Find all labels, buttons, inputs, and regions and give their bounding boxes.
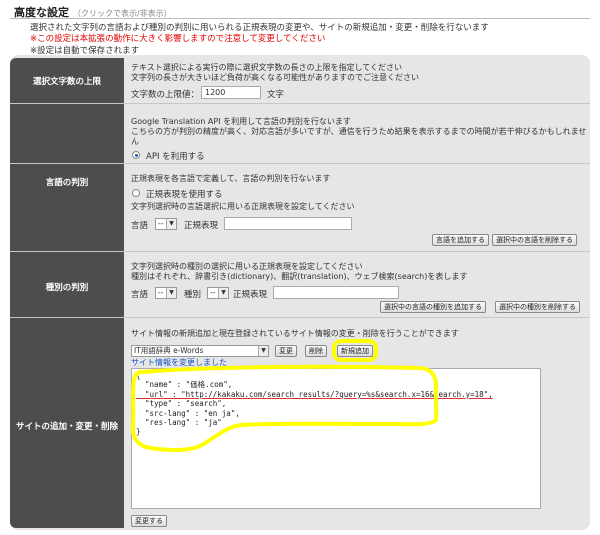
delete-language-button[interactable]: 選択中の言語を削除する: [492, 234, 577, 246]
type-select-value: --: [210, 288, 216, 297]
chevron-down-icon: ▼: [258, 346, 268, 356]
language-select[interactable]: -- ▼: [155, 218, 177, 230]
label-column: [10, 58, 124, 528]
language-regex-input[interactable]: [224, 217, 352, 230]
max-length-unit: 文字: [267, 90, 285, 100]
type-language-label: 言語: [131, 290, 149, 300]
change-site-button[interactable]: 変更: [275, 345, 297, 357]
api-option-label[interactable]: API を利用する: [146, 150, 205, 162]
max-length-field-label: 文字数の上限値：: [131, 90, 200, 100]
new-site-button[interactable]: 新規追加: [337, 345, 373, 357]
chevron-down-icon: ▼: [218, 288, 228, 298]
delete-site-button[interactable]: 削除: [305, 345, 327, 357]
language-field-label: 言語: [131, 221, 149, 231]
row-divider: [10, 103, 590, 104]
row-divider: [10, 317, 590, 318]
regex-description: 正規表現を各言語で定義して、言語の判別を行ないます: [131, 174, 331, 183]
title-divider: [10, 18, 590, 19]
settings-warning: ※この設定は本拡張の動作に大きく影響しますので注意して変更してください: [30, 34, 326, 44]
json-line: "url" : "http://kakaku.com/search_result…: [136, 389, 493, 399]
submit-change-button[interactable]: 変更する: [131, 515, 167, 527]
language-select-value: --: [158, 219, 164, 228]
max-length-description-note: 文字列の長さが大きいほど負荷が高くなる可能性がありますのでご注意ください: [131, 73, 419, 82]
json-line: "type" : "search",: [136, 399, 227, 409]
site-json-editor[interactable]: { "name" : "価格.com", "url" : "http://kak…: [131, 368, 541, 509]
type-language-select[interactable]: -- ▼: [155, 287, 177, 299]
type-regex-label: 正規表現: [233, 290, 268, 300]
chevron-down-icon: ▼: [166, 288, 176, 298]
site-description: サイト情報の新規追加と現在登録されているサイト情報の変更・削除を行うことができま…: [131, 329, 459, 338]
json-line: "name" : "価格.com",: [136, 380, 233, 390]
max-length-input[interactable]: [201, 86, 261, 99]
type-regex-input[interactable]: [273, 286, 399, 299]
type-field-label: 種別: [184, 290, 202, 300]
type-detection-label: 種別の判別: [45, 283, 89, 293]
row-divider: [10, 251, 590, 252]
json-line: }: [136, 427, 141, 437]
regex-radio[interactable]: [132, 189, 140, 197]
site-select[interactable]: IT用語辞典 e-Words ▼: [131, 345, 269, 357]
api-description-detail-end: ん: [131, 137, 139, 146]
settings-header[interactable]: 高度な設定 （クリックで表示/非表示）: [14, 4, 172, 19]
api-radio[interactable]: [132, 151, 140, 159]
type-description-detail: 種別はそれぞれ、辞書引き(dictionary)、翻訳(translation)…: [131, 272, 468, 281]
type-select[interactable]: -- ▼: [207, 287, 229, 299]
language-detection-label: 言語の判別: [45, 178, 89, 188]
regex-field-label: 正規表現: [184, 221, 219, 231]
add-type-button[interactable]: 選択中の言語の種別を追加する: [380, 301, 486, 313]
add-language-button[interactable]: 言語を追加する: [432, 234, 489, 246]
chevron-down-icon: ▼: [166, 219, 176, 229]
api-description-detail: こちらの方が判別の精度が高く、対応言語が多いですが、通信を行うため結果を表示する…: [131, 127, 587, 136]
site-status-message: サイト情報を変更しました: [131, 358, 227, 367]
max-length-label: 選択文字数の上限: [32, 77, 101, 87]
json-line: "src-lang" : "en ja",: [136, 408, 240, 418]
site-management-label: サイトの追加・変更・削除: [15, 422, 118, 432]
site-select-value: IT用語辞典 e-Words: [134, 346, 204, 355]
regex-language-description: 文字列選択時の言語選択に用いる正規表現を設定してください: [131, 202, 355, 211]
json-line: {: [136, 371, 141, 380]
regex-option-label[interactable]: 正規表現を使用する: [146, 188, 223, 200]
type-language-select-value: --: [158, 288, 164, 297]
json-line: "res-lang" : "ja": [136, 418, 222, 428]
delete-type-button[interactable]: 選択中の種別を削除する: [495, 301, 580, 313]
row-divider: [10, 163, 590, 164]
